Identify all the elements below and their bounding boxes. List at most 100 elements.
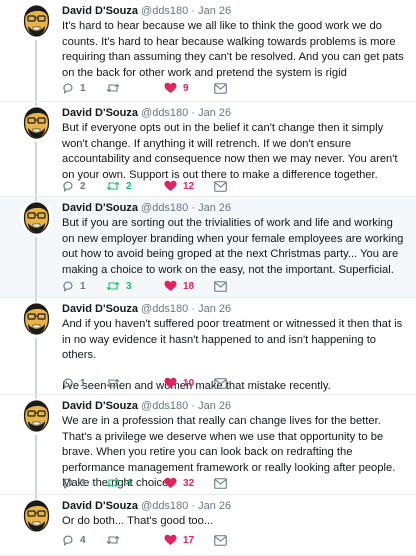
- like-button[interactable]: 18: [164, 278, 194, 294]
- author-name[interactable]: David D'Souza: [62, 500, 138, 512]
- author-handle[interactable]: @dds180: [141, 202, 188, 214]
- tweet-actions: 3 4 32: [62, 475, 242, 491]
- separator-dot: ·: [191, 303, 196, 315]
- author-name[interactable]: David D'Souza: [62, 5, 138, 17]
- heart-icon: [164, 280, 177, 292]
- reply-icon: [62, 534, 74, 546]
- avatar[interactable]: [20, 302, 53, 335]
- like-button[interactable]: 10: [164, 375, 194, 391]
- tweet-paragraph: But if everyone opts out in the belief i…: [62, 122, 398, 181]
- like-button[interactable]: 9: [164, 80, 189, 96]
- tweet[interactable]: David D'Souza @dds180 · Jan 26 But if eve…: [0, 102, 416, 199]
- tweet-content: David D'Souza @dds180 · Jan 26 Or do both…: [62, 499, 404, 530]
- avatar[interactable]: [20, 4, 53, 37]
- reply-button[interactable]: 1: [62, 278, 86, 294]
- tweet-actions: 2 2 12: [62, 178, 242, 194]
- reply-button-count: 4: [80, 534, 86, 546]
- tweet-paragraph: It's hard to hear because we all like to…: [62, 20, 404, 79]
- avatar[interactable]: [20, 399, 53, 432]
- author-handle[interactable]: @dds180: [141, 303, 188, 315]
- tweet-content: David D'Souza @dds180 · Jan 26 But if you…: [62, 201, 404, 278]
- thread-connector: [35, 142, 37, 199]
- like-button-count: 9: [183, 82, 189, 94]
- reply-button[interactable]: 1: [62, 375, 86, 391]
- tweet-actions: 1 3 18: [62, 278, 242, 294]
- message-button[interactable]: [214, 475, 227, 491]
- retweet-button-count: 4: [126, 477, 132, 489]
- message-button[interactable]: [214, 80, 227, 96]
- retweet-button[interactable]: [106, 532, 126, 548]
- retweet-icon: [106, 477, 120, 489]
- retweet-button[interactable]: 4: [106, 475, 132, 491]
- tweet-date[interactable]: Jan 26: [198, 5, 231, 17]
- author-name[interactable]: David D'Souza: [62, 400, 138, 412]
- avatar[interactable]: [20, 499, 53, 532]
- retweet-button-count: 3: [126, 280, 132, 292]
- tweet[interactable]: David D'Souza @dds180 · Jan 26 But if you…: [0, 197, 416, 300]
- retweet-button[interactable]: 3: [106, 278, 132, 294]
- envelope-icon: [214, 477, 227, 489]
- thread-connector: [35, 237, 37, 300]
- tweet-header: David D'Souza @dds180 · Jan 26: [62, 499, 404, 513]
- author-name[interactable]: David D'Souza: [62, 107, 138, 119]
- tweet-date[interactable]: Jan 26: [198, 202, 231, 214]
- tweet-header: David D'Souza @dds180 · Jan 26: [62, 201, 404, 215]
- reply-icon: [62, 477, 74, 489]
- author-handle[interactable]: @dds180: [141, 500, 188, 512]
- tweet-thread: David D'Souza @dds180 · Jan 26 It's hard …: [0, 0, 416, 556]
- message-button[interactable]: [214, 278, 227, 294]
- message-button[interactable]: [214, 532, 227, 548]
- envelope-icon: [214, 82, 227, 94]
- tweet[interactable]: David D'Souza @dds180 · Jan 26 Or do both…: [0, 495, 416, 556]
- retweet-button[interactable]: [106, 375, 126, 391]
- like-button[interactable]: 32: [164, 475, 194, 491]
- reply-button[interactable]: 2: [62, 178, 86, 194]
- tweet-paragraph: Or do both... That's good too...: [62, 515, 214, 527]
- separator-dot: ·: [191, 500, 196, 512]
- heart-icon: [164, 534, 177, 546]
- heart-icon: [164, 377, 177, 389]
- reply-button[interactable]: 1: [62, 80, 86, 96]
- reply-button[interactable]: 3: [62, 475, 86, 491]
- tweet-date[interactable]: Jan 26: [198, 303, 231, 315]
- separator-dot: ·: [191, 107, 196, 119]
- tweet-date[interactable]: Jan 26: [198, 500, 231, 512]
- tweet[interactable]: David D'Souza @dds180 · Jan 26 And if you…: [0, 298, 416, 397]
- avatar[interactable]: [20, 106, 53, 139]
- tweet[interactable]: David D'Souza @dds180 · Jan 26 We are in …: [0, 395, 416, 497]
- separator-dot: ·: [191, 400, 196, 412]
- like-button-count: 18: [183, 280, 195, 292]
- envelope-icon: [214, 377, 227, 389]
- avatar[interactable]: [20, 201, 53, 234]
- tweet-content: David D'Souza @dds180 · Jan 26 It's hard …: [62, 4, 404, 81]
- tweet-header: David D'Souza @dds180 · Jan 26: [62, 399, 404, 413]
- retweet-button[interactable]: [106, 80, 126, 96]
- tweet[interactable]: David D'Souza @dds180 · Jan 26 It's hard …: [0, 0, 416, 104]
- retweet-button[interactable]: 2: [106, 178, 132, 194]
- envelope-icon: [214, 180, 227, 192]
- tweet-date[interactable]: Jan 26: [198, 107, 231, 119]
- message-button[interactable]: [214, 375, 227, 391]
- author-name[interactable]: David D'Souza: [62, 303, 138, 315]
- author-name[interactable]: David D'Souza: [62, 202, 138, 214]
- heart-icon: [164, 477, 177, 489]
- reply-button[interactable]: 4: [62, 532, 86, 548]
- tweet-date[interactable]: Jan 26: [198, 400, 231, 412]
- heart-icon: [164, 82, 177, 94]
- thread-connector: [35, 435, 37, 497]
- author-handle[interactable]: @dds180: [141, 400, 188, 412]
- tweet-header: David D'Souza @dds180 · Jan 26: [62, 302, 404, 316]
- tweet-text: But if you are sorting out the trivialit…: [62, 216, 404, 278]
- like-button[interactable]: 12: [164, 178, 194, 194]
- author-handle[interactable]: @dds180: [141, 5, 188, 17]
- tweet-paragraph: But if you are sorting out the trivialit…: [62, 217, 404, 276]
- reply-button-count: 2: [80, 180, 86, 192]
- author-handle[interactable]: @dds180: [141, 107, 188, 119]
- thread-connector: [35, 338, 37, 397]
- like-button[interactable]: 17: [164, 532, 194, 548]
- message-button[interactable]: [214, 178, 227, 194]
- retweet-icon: [106, 534, 120, 546]
- reply-button-count: 1: [80, 280, 86, 292]
- tweet-actions: 19: [62, 80, 242, 96]
- envelope-icon: [214, 280, 227, 292]
